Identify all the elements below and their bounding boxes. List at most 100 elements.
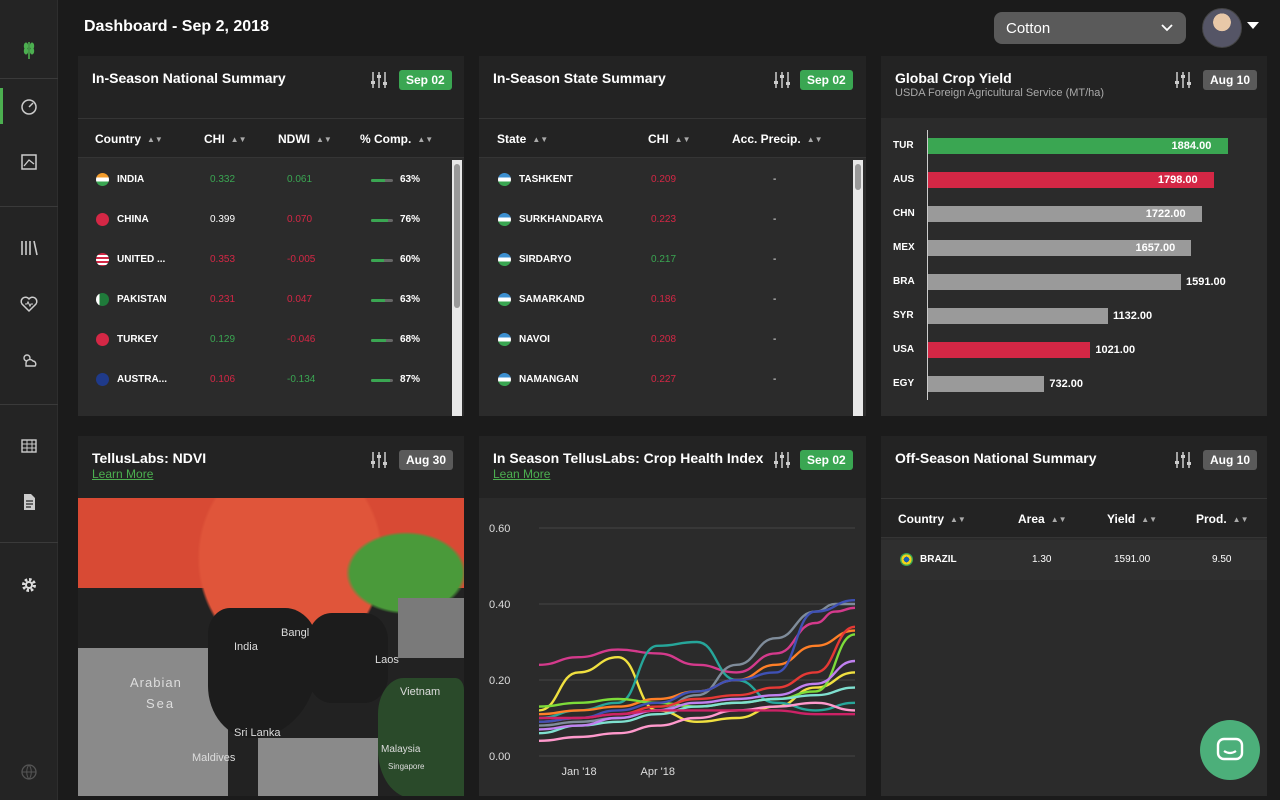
user-avatar[interactable]: [1202, 8, 1242, 48]
settings-gear-icon[interactable]: [0, 565, 58, 605]
col-prod[interactable]: Prod. ▲▼: [1196, 512, 1249, 526]
date-badge: Aug 10: [1203, 70, 1258, 90]
filter-sliders-icon[interactable]: [772, 450, 792, 470]
national-summary-panel: In-Season National Summary Sep 02 Countr…: [78, 56, 464, 416]
globe-icon[interactable]: [0, 752, 58, 792]
bar-category-label: TUR: [893, 140, 914, 151]
x-tick-label: Jan '18: [562, 766, 597, 778]
scrollbar[interactable]: [853, 160, 863, 416]
col-state[interactable]: State ▲▼: [497, 132, 548, 146]
bar-value-label: 1021.00: [1095, 344, 1136, 356]
bar-category-label: USA: [893, 344, 915, 355]
table-row[interactable]: SURKHANDARYA 0.223-: [479, 200, 851, 240]
bar-value-label: 732.00: [1049, 378, 1084, 390]
table-row[interactable]: INDIA 0.332 0.061 63%: [78, 160, 450, 200]
completion-bar: [371, 259, 393, 262]
scrollbar[interactable]: [452, 160, 462, 416]
panel-title: Off-Season National Summary: [895, 450, 1097, 466]
bar-value-label: 1722.00: [1145, 208, 1186, 220]
col-completion[interactable]: % Comp. ▲▼: [360, 132, 433, 146]
flag-icon: [96, 373, 109, 386]
map-layers-icon[interactable]: [0, 142, 58, 182]
map-label-sea: Sea: [146, 696, 176, 711]
series-line-1[interactable]: [538, 655, 856, 724]
col-chi[interactable]: CHI ▲▼: [648, 132, 691, 146]
bar-value-label: 1132.00: [1112, 310, 1153, 322]
flag-icon: [96, 173, 109, 186]
map-label-india: India: [234, 641, 258, 653]
map-label-sri-lanka: Sri Lanka: [234, 727, 281, 739]
completion-bar: [371, 379, 393, 382]
filter-sliders-icon[interactable]: [1173, 450, 1193, 470]
filter-sliders-icon[interactable]: [369, 70, 389, 90]
date-badge: Sep 02: [800, 70, 853, 90]
col-country[interactable]: Country ▲▼: [95, 132, 163, 146]
completion-bar: [371, 179, 393, 182]
table-row[interactable]: TASHKENT 0.209-: [479, 160, 851, 200]
col-ndwi[interactable]: NDWI ▲▼: [278, 132, 332, 146]
bar-category-label: MEX: [893, 242, 915, 253]
table-row[interactable]: AUSTRA... 0.106 -0.134 87%: [78, 360, 450, 400]
table-row[interactable]: NAMANGAN 0.227-: [479, 360, 851, 400]
bar-value-label: 1657.00: [1135, 242, 1176, 254]
panel-title: TellusLabs: NDVI: [92, 450, 207, 466]
dashboard-gauge-icon[interactable]: [0, 86, 58, 126]
bar-egy[interactable]: [928, 376, 1045, 392]
col-yield[interactable]: Yield ▲▼: [1107, 512, 1157, 526]
chat-icon: [1216, 737, 1244, 761]
flag-icon: [96, 213, 109, 226]
map-label-arabian: Arabian: [130, 675, 182, 690]
y-tick-label: 0.00: [489, 751, 510, 763]
table-row[interactable]: TURKEY 0.129 -0.046 68%: [78, 320, 450, 360]
crop-health-panel: In Season TellusLabs: Crop Health Index …: [479, 436, 866, 796]
table-row[interactable]: BRAZIL 1.30 1591.00 9.50: [881, 540, 1267, 580]
completion-bar: [371, 219, 393, 222]
bar-usa[interactable]: [928, 342, 1091, 358]
chat-launcher-button[interactable]: [1200, 720, 1260, 780]
date-badge: Sep 02: [399, 70, 452, 90]
completion-bar: [371, 339, 393, 342]
crop-health-line-chart[interactable]: 0.00 0.20 0.40 0.60 Jan '18 Apr '18: [479, 498, 866, 796]
table-icon[interactable]: [0, 426, 58, 466]
chevron-down-icon: [1161, 24, 1173, 32]
learn-more-link[interactable]: Lean More: [493, 467, 550, 481]
table-row[interactable]: NAVOI 0.208-: [479, 320, 851, 360]
map-label-bangladesh: Bangl: [281, 627, 310, 639]
caret-down-icon[interactable]: [1247, 22, 1259, 29]
y-axis-line: [927, 130, 928, 400]
ndvi-map[interactable]: India Arabian Sea Sri Lanka Maldives Ban…: [78, 498, 464, 796]
filter-sliders-icon[interactable]: [772, 70, 792, 90]
wheat-logo-icon[interactable]: [0, 30, 58, 70]
table-row[interactable]: CHINA 0.399 0.070 76%: [78, 200, 450, 240]
col-area[interactable]: Area ▲▼: [1018, 512, 1067, 526]
x-tick-label: Apr '18: [641, 766, 676, 778]
series-line-0[interactable]: [538, 606, 856, 674]
table-row[interactable]: UNITED ... 0.353 -0.005 60%: [78, 240, 450, 280]
bar-bra[interactable]: [928, 274, 1181, 290]
library-icon[interactable]: [0, 228, 58, 268]
map-label-vietnam: Vietnam: [400, 686, 441, 698]
col-chi[interactable]: CHI ▲▼: [204, 132, 247, 146]
table-row[interactable]: PAKISTAN 0.231 0.047 63%: [78, 280, 450, 320]
col-country[interactable]: Country ▲▼: [898, 512, 966, 526]
filter-sliders-icon[interactable]: [369, 450, 389, 470]
crop-yield-panel: Global Crop Yield USDA Foreign Agricultu…: [881, 56, 1267, 416]
learn-more-link[interactable]: Learn More: [92, 467, 153, 481]
bar-category-label: SYR: [893, 310, 914, 321]
flag-uzbekistan-icon: [498, 253, 511, 266]
filter-sliders-icon[interactable]: [1173, 70, 1193, 90]
table-row[interactable]: SIRDARYO 0.217-: [479, 240, 851, 280]
crop-dropdown[interactable]: Cotton: [994, 12, 1186, 44]
flag-brazil-icon: [900, 553, 913, 566]
flag-uzbekistan-icon: [498, 173, 511, 186]
document-icon[interactable]: [0, 482, 58, 522]
table-header: State ▲▼ CHI ▲▼ Acc. Precip. ▲▼: [479, 118, 866, 158]
bar-category-label: AUS: [893, 174, 915, 185]
table-header: Country ▲▼ CHI ▲▼ NDWI ▲▼ % Comp. ▲▼: [78, 118, 464, 158]
health-heart-icon[interactable]: [0, 284, 58, 324]
bar-syr[interactable]: [928, 308, 1108, 324]
sidebar: [0, 0, 58, 800]
weather-icon[interactable]: [0, 340, 58, 380]
table-row[interactable]: SAMARKAND 0.186-: [479, 280, 851, 320]
col-precip[interactable]: Acc. Precip. ▲▼: [732, 132, 823, 146]
